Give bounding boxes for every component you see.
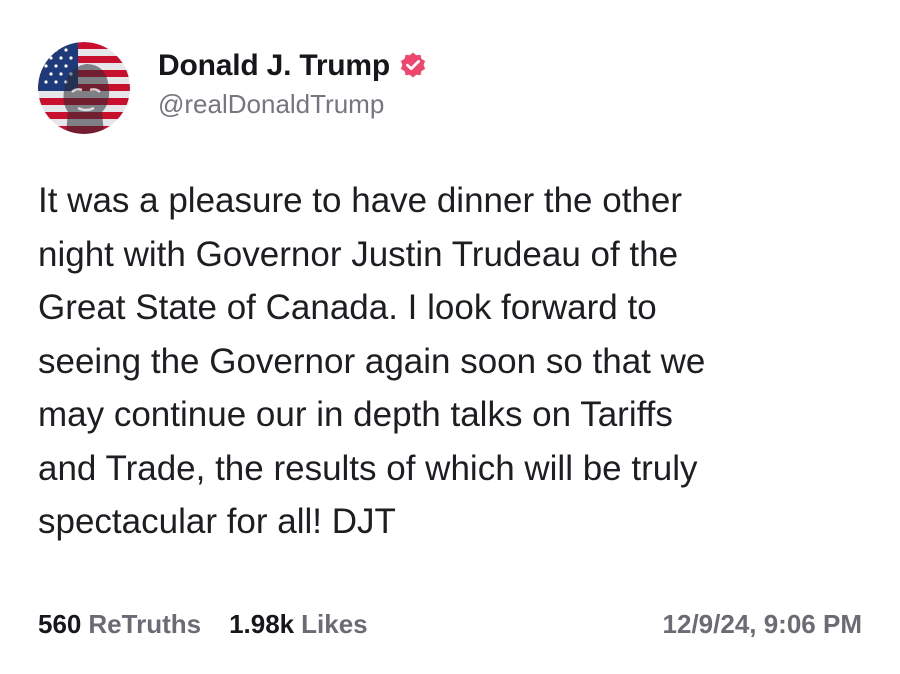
retruths-stat[interactable]: 560 ReTruths	[38, 609, 201, 640]
author-display-name[interactable]: Donald J. Trump	[158, 49, 390, 83]
likes-count: 1.98k	[229, 608, 295, 639]
author-identity: Donald J. Trump @realDonaldTrump	[158, 49, 428, 120]
post-card: Donald J. Trump @realDonaldTrump It was …	[0, 0, 900, 674]
likes-stat[interactable]: 1.98k Likes	[229, 609, 368, 640]
post-footer: 560 ReTruths 1.98k Likes 12/9/24, 9:06 P…	[38, 604, 862, 644]
post-text: It was a pleasure to have dinner the oth…	[38, 181, 706, 541]
post-header: Donald J. Trump @realDonaldTrump	[38, 40, 428, 136]
avatar[interactable]	[38, 42, 130, 134]
name-row: Donald J. Trump	[158, 49, 428, 83]
post-timestamp[interactable]: 12/9/24, 9:06 PM	[663, 609, 862, 640]
retruths-label: ReTruths	[88, 608, 202, 639]
avatar-flag-portrait-icon	[38, 42, 130, 134]
verified-badge-icon	[398, 51, 428, 81]
likes-label: Likes	[301, 608, 368, 639]
retruths-count: 560	[38, 608, 82, 639]
author-handle[interactable]: @realDonaldTrump	[158, 89, 428, 120]
